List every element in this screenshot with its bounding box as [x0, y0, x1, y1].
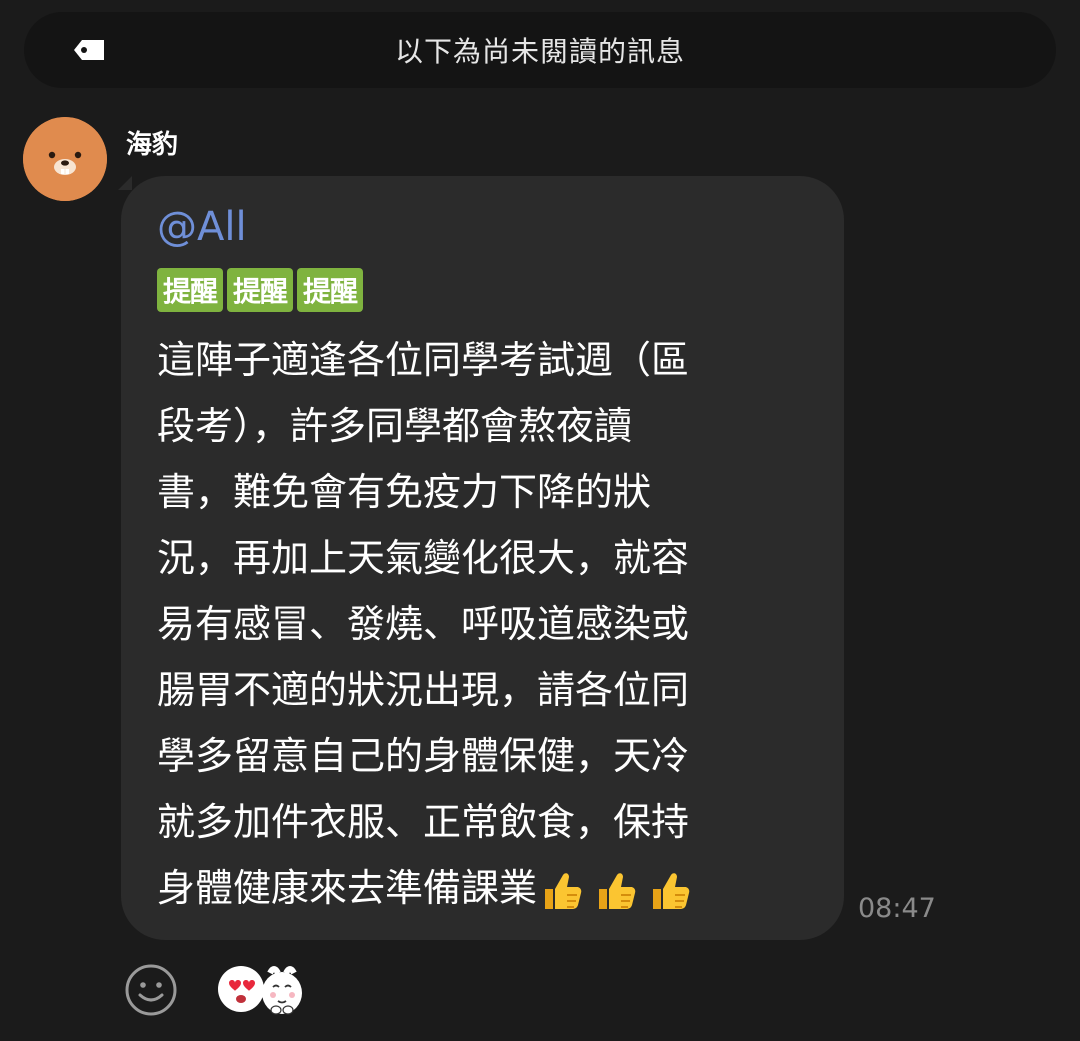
- mention-all[interactable]: @All: [157, 204, 247, 250]
- message-line: 況，再加上天氣變化很大，就容: [157, 536, 690, 580]
- reminder-badge: 提醒: [297, 268, 363, 312]
- avatar[interactable]: [23, 117, 107, 201]
- shy-bunny-sticker-icon: [262, 966, 302, 1015]
- message-line: 段考），許多同學都會熬夜讀: [157, 404, 633, 448]
- reaction-stickers[interactable]: [216, 963, 308, 1017]
- heart-eyes-sticker-icon: [218, 966, 264, 1012]
- message-line: 學多留意自己的身體保健，天冷: [157, 734, 690, 778]
- reminder-badge: 提醒: [157, 268, 223, 312]
- message-line: 身體健康來去準備課業: [157, 866, 538, 910]
- unread-messages-banner: 以下為尚未閱讀的訊息: [24, 12, 1056, 88]
- message-line: 這陣子適逢各位同學考試週（區: [157, 338, 690, 382]
- message-last-line: 身體健康來去準備課業: [157, 855, 797, 921]
- thumbs-up-icon: [545, 872, 582, 909]
- smiley-icon[interactable]: [124, 963, 178, 1017]
- unread-banner-text: 以下為尚未閱讀的訊息: [394, 35, 685, 68]
- sender-name: 海豹: [126, 130, 179, 160]
- bubble-tail: [118, 176, 132, 190]
- tag-icon: [74, 40, 104, 60]
- message-line: 腸胃不適的狀況出現，請各位同: [157, 668, 690, 712]
- message-line: 書，難免會有免疫力下降的狀: [157, 470, 652, 514]
- seal-avatar: [23, 117, 107, 201]
- message-time: 08:47: [858, 893, 936, 924]
- thumbs-up-icon: [599, 872, 636, 909]
- thumbs-up-group: [537, 867, 693, 915]
- message-line: 易有感冒、發燒、呼吸道感染或: [157, 602, 690, 646]
- message-line: 就多加件衣服、正常飲食，保持: [157, 800, 690, 844]
- message-text: 這陣子適逢各位同學考試週（區 段考），許多同學都會熬夜讀 書，難免會有免疫力下降…: [157, 327, 797, 921]
- reminder-badges: 提醒 提醒 提醒: [157, 268, 363, 312]
- reminder-badge: 提醒: [227, 268, 293, 312]
- thumbs-up-icon: [653, 872, 690, 909]
